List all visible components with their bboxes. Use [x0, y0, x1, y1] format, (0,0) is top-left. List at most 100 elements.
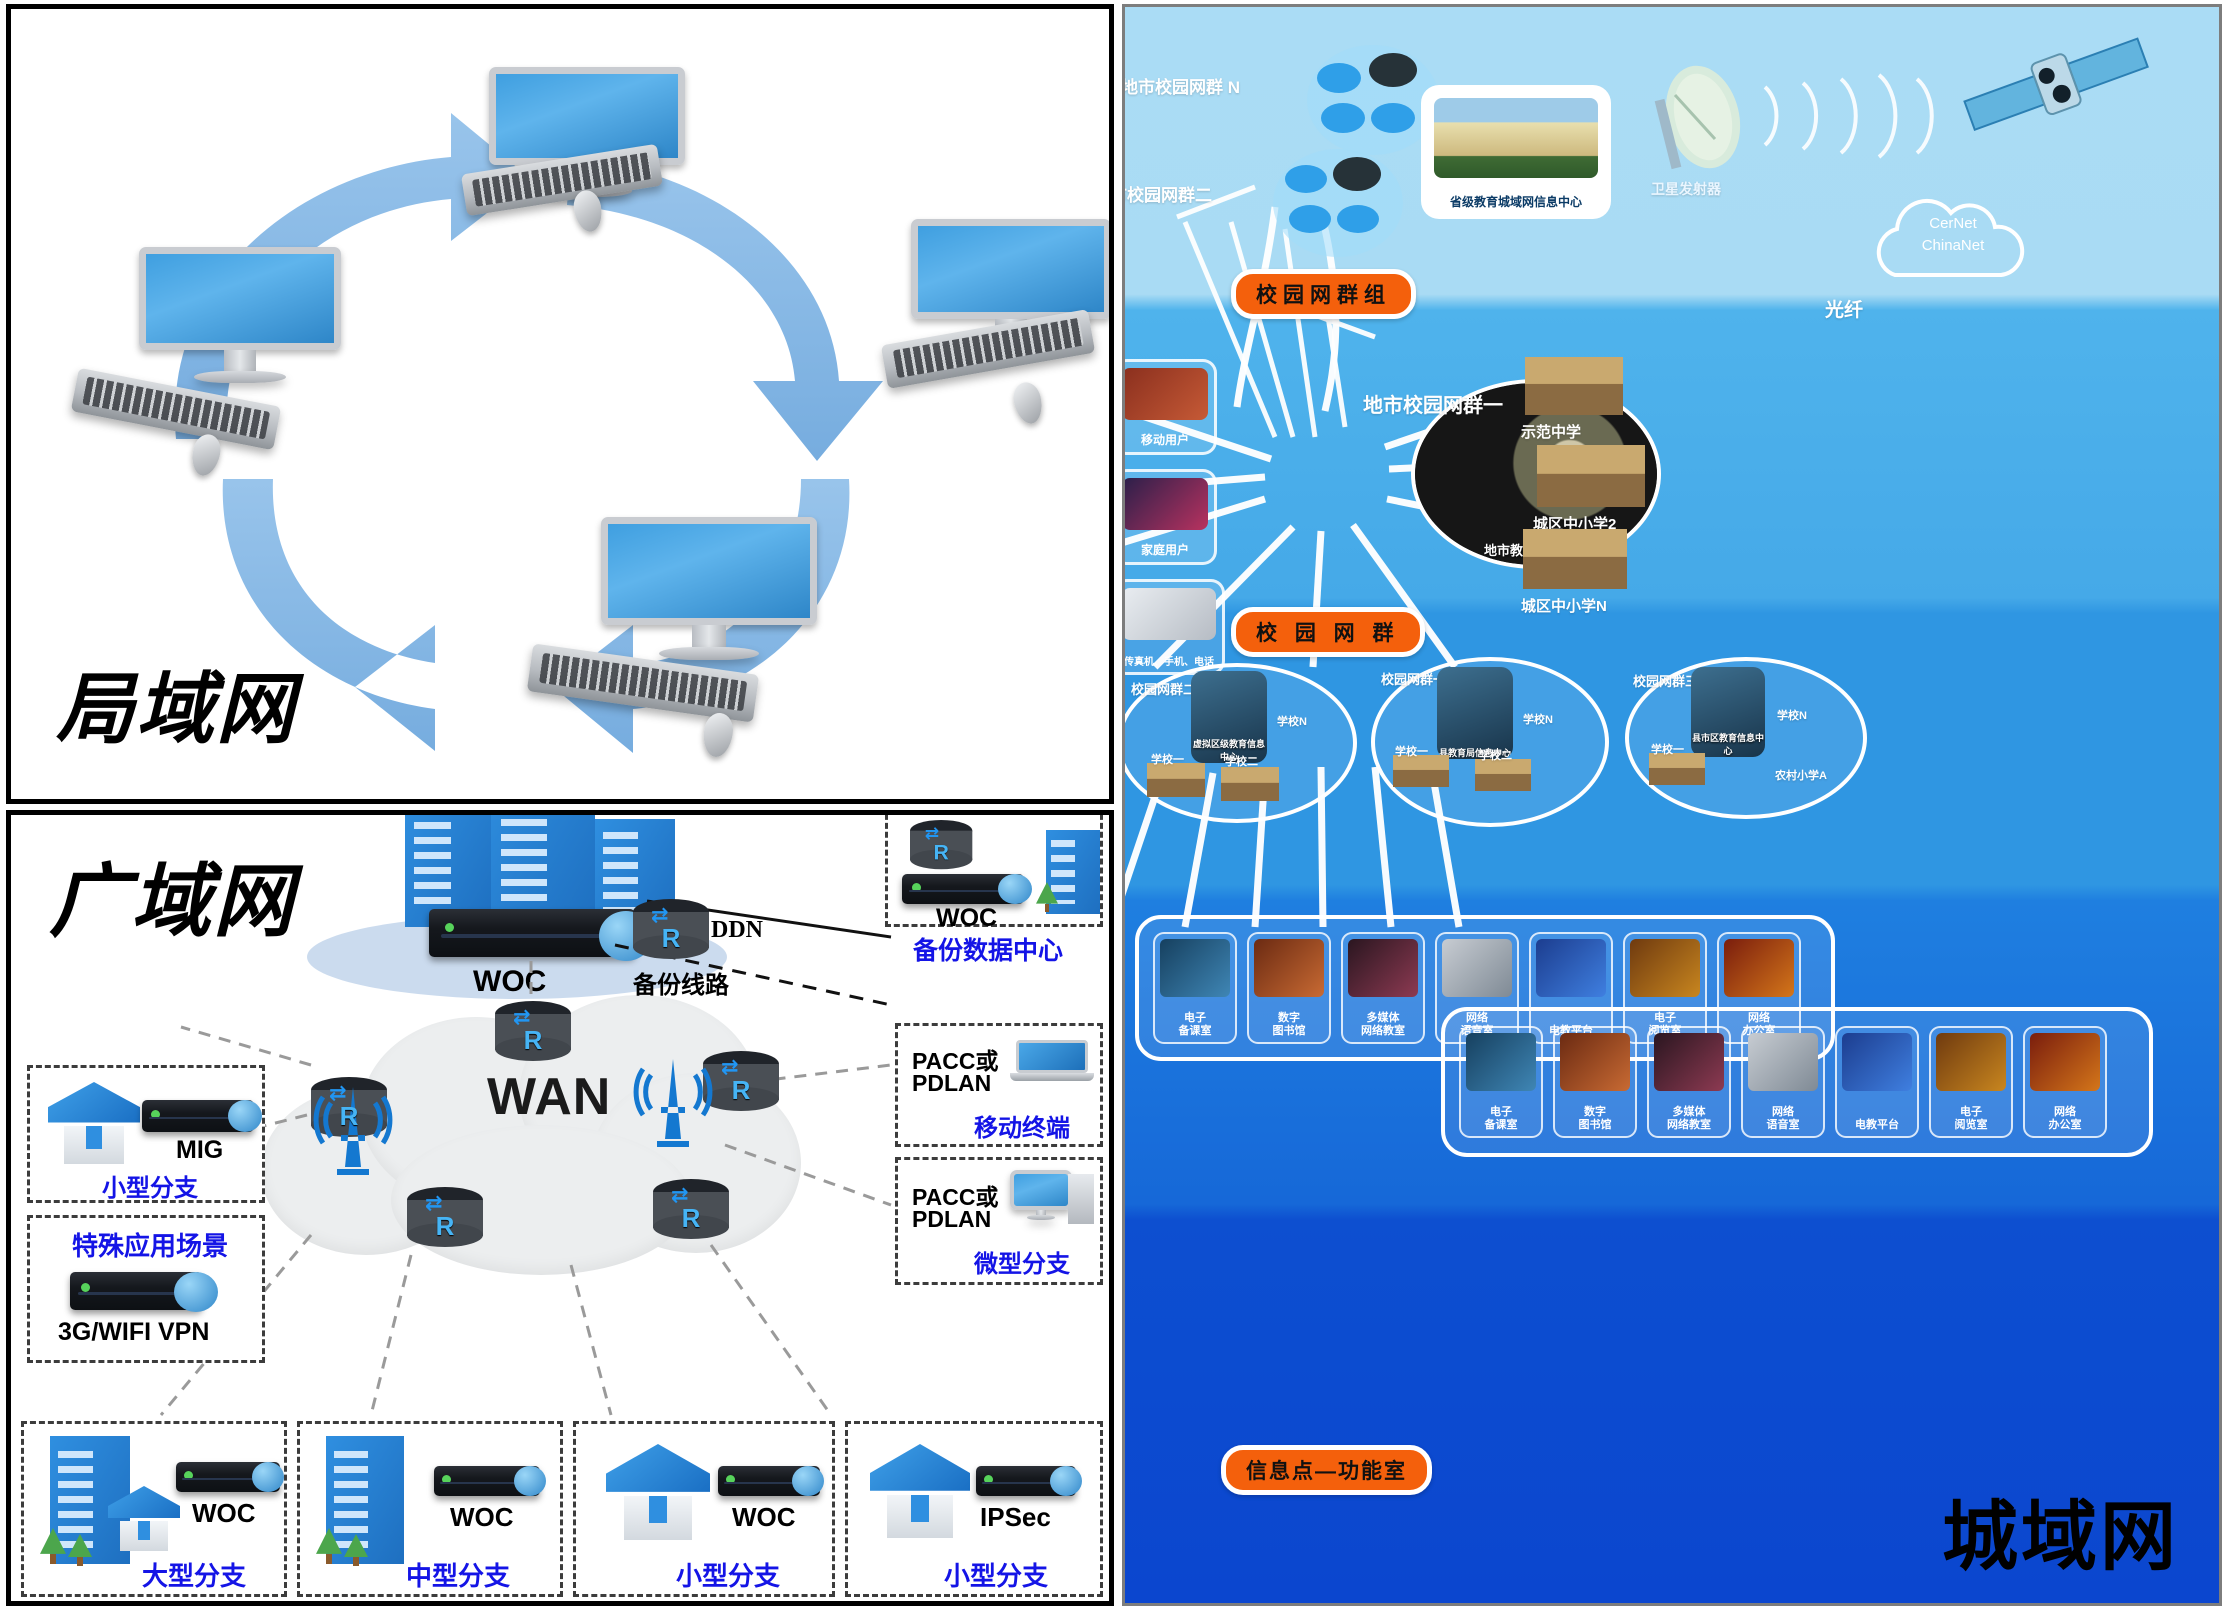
medium-branch-label: 中型分支	[406, 1561, 511, 1591]
globe-icon	[1050, 1466, 1082, 1496]
room-card[interactable]: 数字 图书馆	[1247, 932, 1331, 1044]
laptop-icon	[1009, 1040, 1095, 1090]
wan-box-mobile-terminal[interactable]: PACC或 PDLAN 移动终端	[895, 1023, 1103, 1147]
router-backup-dc: ⇄ R	[910, 820, 973, 871]
badge-info-point-function-room: 信息点—功能室	[1221, 1445, 1432, 1495]
provincial-center-card: 省级教育城域网信息中心	[1421, 85, 1611, 219]
wan-box-small-branch-woc[interactable]: WOC 小型分支	[573, 1421, 835, 1597]
tree-icon	[344, 1534, 368, 1566]
school-photo-demo-middle	[1525, 357, 1623, 415]
label-city-campus-group-2: 地市校园网群二	[1125, 186, 1212, 205]
house-icon	[606, 1444, 710, 1541]
room-card[interactable]: 网络 语音室	[1741, 1026, 1825, 1138]
router-label: R	[933, 839, 949, 865]
room-label-line2: 办公室	[2048, 1118, 2082, 1131]
cluster-title-2: 校园网群二	[1131, 682, 1197, 697]
mig-label: MIG	[176, 1136, 224, 1164]
small-branch-woc-title: 小型分支	[676, 1561, 781, 1591]
room-label-line1: 电子	[1184, 1011, 1206, 1024]
room-card[interactable]: 电子 备课室	[1459, 1026, 1543, 1138]
cluster1-school-photo-1	[1393, 755, 1449, 787]
room-label-line2: 网络教室	[1667, 1118, 1711, 1131]
label-urban-school-n: 城区中小学N	[1521, 598, 1607, 615]
mobile-terminal-label: 移动终端	[974, 1115, 1070, 1142]
monitor-base	[659, 647, 759, 660]
router-label: R	[661, 923, 681, 953]
node-mobile-user[interactable]: 移动用户	[1125, 359, 1217, 455]
large-branch-woc-label: WOC	[192, 1498, 256, 1528]
tree-icon	[40, 1528, 66, 1564]
mini-node	[1337, 205, 1379, 233]
monitor-screen	[139, 247, 341, 350]
wan-box-small-branch-mig[interactable]: MIG 小型分支	[27, 1065, 265, 1203]
label-city-campus-group-1: 地市校园网群一	[1363, 395, 1503, 417]
room-card[interactable]: 电子 备课室	[1153, 932, 1237, 1044]
diagram-root: 局域网 广域网 WAN WOC DDN 备份线路 ⇄ R ⇄ R ⇄ R ⇄ R…	[0, 0, 2227, 1610]
provincial-center-caption: 省级教育城域网信息中心	[1449, 195, 1582, 210]
backup-dc-woc-label: WOC	[936, 904, 998, 932]
room-label-line1: 数字	[1584, 1105, 1606, 1118]
provincial-center-photo	[1434, 98, 1598, 178]
room-label-line2: 备课室	[1178, 1024, 1212, 1037]
tree-icon	[1036, 882, 1058, 912]
cluster1-school-1: 学校一	[1395, 746, 1428, 758]
pacc-pdlan-line2-mobile: PDLAN	[912, 1070, 992, 1096]
vpn-label: 3G/WIFI VPN	[58, 1318, 210, 1346]
monitor-screen	[911, 219, 1109, 320]
wan-box-small-branch-ipsec[interactable]: IPSec 小型分支	[845, 1421, 1103, 1597]
node-fax-mobile-phone[interactable]: 传真机、手机、电话	[1125, 579, 1225, 675]
cluster3-school-1: 学校一	[1651, 744, 1684, 756]
left-column: 局域网 广域网 WAN WOC DDN 备份线路 ⇄ R ⇄ R ⇄ R ⇄ R…	[0, 0, 1120, 1610]
room-card[interactable]: 电教平台	[1835, 1026, 1919, 1138]
wan-box-large-branch[interactable]: WOC 大型分支	[21, 1421, 287, 1597]
room-label-line2: 网络教室	[1361, 1024, 1405, 1037]
cluster2-school-n: 学校N	[1277, 716, 1307, 728]
function-room-strip-right: 电子 备课室 数字 图书馆 多媒体 网络教室 网络 语音室 电教平台 电子 阅览…	[1441, 1007, 2153, 1157]
mini-node	[1333, 157, 1381, 191]
cluster3-school-n: 学校N	[1777, 710, 1807, 722]
cluster2-school-photo-1	[1147, 763, 1205, 797]
room-card[interactable]: 电子 阅览室	[1929, 1026, 2013, 1138]
cluster-title-3: 校园网群三	[1633, 674, 1699, 689]
large-branch-label: 大型分支	[142, 1561, 247, 1591]
wan-box-micro-branch[interactable]: PACC或 PDLAN 微型分支	[895, 1157, 1103, 1285]
house-icon	[48, 1082, 140, 1164]
globe-icon	[792, 1466, 824, 1496]
router-label: R	[523, 1025, 543, 1055]
cluster-center-photo-2: 虚拟区级教育信息中心	[1191, 671, 1267, 763]
wan-box-special-scenario[interactable]: 特殊应用场景 3G/WIFI VPN	[27, 1215, 265, 1363]
label-demo-middle-school: 示范中学	[1521, 424, 1582, 441]
room-card[interactable]: 网络 办公室	[2023, 1026, 2107, 1138]
router-bottom-right-cloud: ⇄ R	[653, 1179, 729, 1241]
router-label: R	[339, 1101, 359, 1131]
wan-box-backup-data-center[interactable]: ⇄ R WOC	[885, 815, 1103, 932]
router-bottom-left-cloud: ⇄ R	[407, 1187, 483, 1249]
monitor-base	[193, 371, 287, 384]
school-photo-urban-2	[1537, 445, 1645, 507]
room-card[interactable]: 多媒体 网络教室	[1647, 1026, 1731, 1138]
label-city-campus-group-n: 地市校园网群 N	[1122, 78, 1240, 97]
house-icon	[108, 1486, 180, 1551]
cluster2-school-photo-2	[1221, 767, 1279, 801]
pacc-pdlan-line2-micro: PDLAN	[912, 1206, 992, 1232]
micro-branch-label: 微型分支	[974, 1251, 1070, 1278]
wan-box-medium-branch[interactable]: WOC 中型分支	[297, 1421, 563, 1597]
router-label: R	[435, 1211, 455, 1241]
room-card[interactable]: 数字 图书馆	[1553, 1026, 1637, 1138]
node-home-user[interactable]: 家庭用户	[1125, 469, 1217, 565]
small-branch-woc-label: WOC	[732, 1502, 796, 1532]
ipsec-label: IPSec	[980, 1502, 1051, 1532]
room-card[interactable]: 多媒体 网络教室	[1341, 932, 1425, 1044]
router-label: R	[731, 1075, 751, 1105]
room-label-line2: 图书馆	[1272, 1024, 1306, 1037]
monitor-neck	[691, 624, 727, 648]
router-label: R	[681, 1203, 701, 1233]
room-label-line2: 语音室	[1766, 1118, 1800, 1131]
cluster3-school-photo-1	[1649, 753, 1705, 785]
badge-campus-network-group: 校园网群组	[1231, 269, 1416, 319]
cluster-center-photo-1: 县教育局信息中心	[1437, 667, 1513, 759]
house-icon	[870, 1444, 970, 1538]
mini-node	[1369, 53, 1417, 87]
cluster1-school-n: 学校N	[1523, 714, 1553, 726]
node-label: 移动用户	[1140, 433, 1189, 448]
